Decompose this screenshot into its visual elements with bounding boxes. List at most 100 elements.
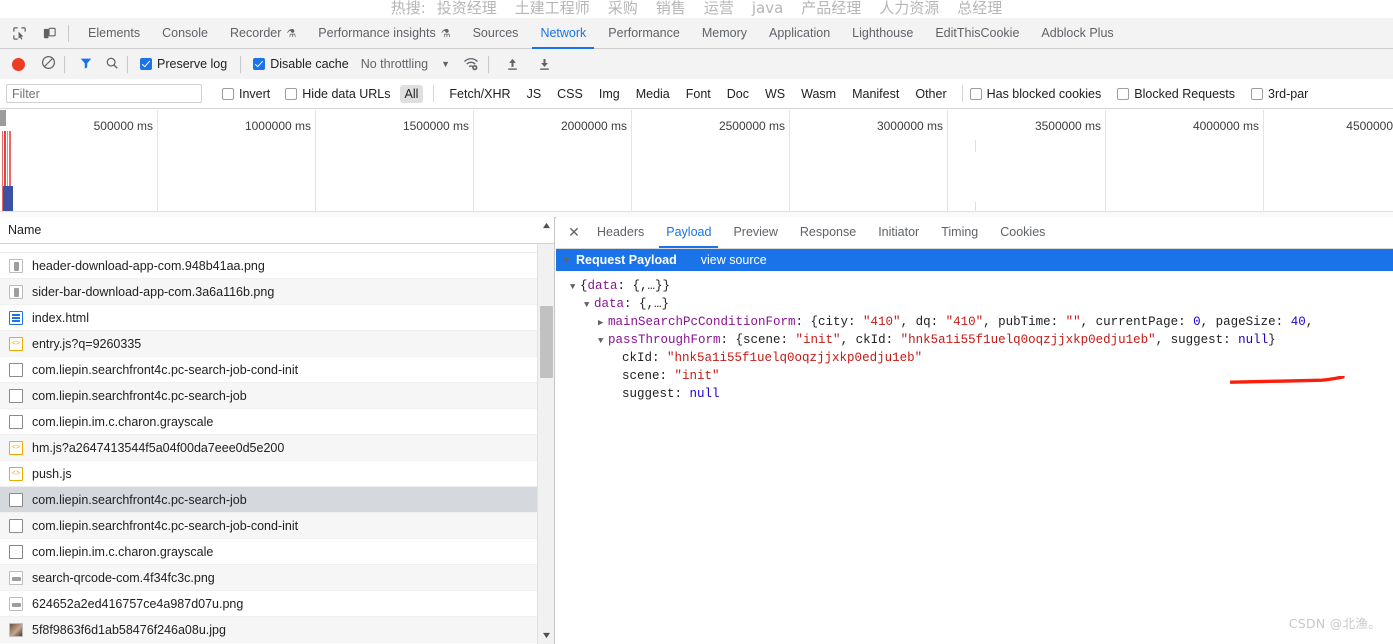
table-row[interactable]: header-download-app-com.948b41aa.png xyxy=(0,253,537,279)
json-line[interactable]: ▼ data: {,…} xyxy=(570,295,1393,313)
json-line[interactable]: ▶ mainSearchPcConditionForm: {city: "410"… xyxy=(570,313,1393,331)
filter-icon[interactable] xyxy=(79,56,93,73)
chevron-right-icon[interactable]: ▶ xyxy=(598,314,608,331)
tab-sources[interactable]: Sources xyxy=(462,18,530,49)
resource-type-ws[interactable]: WS xyxy=(760,85,790,103)
table-row[interactable]: 5f8f9863f6d1ab58476f246a08u.jpg xyxy=(0,617,537,643)
checkbox-box[interactable] xyxy=(140,58,152,70)
detail-tab-cookies[interactable]: Cookies xyxy=(989,217,1056,248)
hot-search-item[interactable]: 土建工程师 xyxy=(515,0,590,17)
table-row[interactable]: com.liepin.searchfront4c.pc-search-job-c… xyxy=(0,357,537,383)
hot-search-item[interactable]: 产品经理 xyxy=(801,0,861,17)
checkbox-box[interactable] xyxy=(253,58,266,70)
json-line[interactable]: scene: "init" xyxy=(570,367,1393,385)
json-line[interactable]: ▼ passThroughForm: {scene: "init", ckId: … xyxy=(570,331,1393,349)
resource-type-media[interactable]: Media xyxy=(631,85,675,103)
resource-type-fetch-xhr[interactable]: Fetch/XHR xyxy=(444,85,515,103)
chevron-down-icon[interactable]: ▼ xyxy=(570,278,580,295)
request-list-scrollbar[interactable] xyxy=(537,222,554,644)
tab-lighthouse[interactable]: Lighthouse xyxy=(841,18,924,49)
checkbox-box[interactable] xyxy=(1117,87,1130,100)
filter-input[interactable] xyxy=(6,84,202,103)
table-row[interactable]: sider-bar-download-app-com.3a6a116b.png xyxy=(0,279,537,305)
invert-checkbox[interactable]: Invert xyxy=(222,87,270,101)
detail-tab-response[interactable]: Response xyxy=(789,217,867,248)
resource-type-img[interactable]: Img xyxy=(594,85,625,103)
tab-performance-insights[interactable]: Performance insights ⚗ xyxy=(307,18,461,49)
inspect-element-icon[interactable] xyxy=(8,22,30,44)
device-toolbar-icon[interactable] xyxy=(38,22,60,44)
tab-application[interactable]: Application xyxy=(758,18,841,49)
tab-adblock-plus[interactable]: Adblock Plus xyxy=(1030,18,1124,49)
preserve-log-checkbox[interactable]: Preserve log xyxy=(140,57,227,71)
resource-type-js[interactable]: JS xyxy=(522,85,547,103)
checkbox-box[interactable] xyxy=(1251,87,1264,100)
clear-icon[interactable] xyxy=(41,55,56,73)
table-row[interactable]: index.html xyxy=(0,305,537,331)
close-icon[interactable]: ✕ xyxy=(562,221,586,245)
disable-cache-checkbox[interactable]: Disable cache xyxy=(253,57,349,71)
hot-search-item[interactable]: 运营 xyxy=(704,0,734,17)
search-icon[interactable] xyxy=(105,56,119,73)
chevron-down-icon[interactable]: ▼ xyxy=(562,255,572,265)
json-line[interactable]: ckId: "hnk5a1i55f1uelq0oqzjjxkp0edju1eb" xyxy=(570,349,1393,367)
chevron-down-icon[interactable]: ▼ xyxy=(441,59,450,69)
third-party-checkbox[interactable]: 3rd-par xyxy=(1251,87,1308,101)
hot-search-item[interactable]: 人力资源 xyxy=(879,0,939,17)
view-source-link[interactable]: view source xyxy=(701,253,767,267)
table-row[interactable]: com.liepin.im.c.charon.grayscale xyxy=(0,539,537,565)
detail-tab-timing[interactable]: Timing xyxy=(930,217,989,248)
detail-tab-initiator[interactable]: Initiator xyxy=(867,217,930,248)
table-row[interactable]: 624652a2ed416757ce4a987d07u.png xyxy=(0,591,537,617)
request-list-body[interactable]: header-download-app-com.948b41aa.png sid… xyxy=(0,244,537,644)
detail-tab-payload[interactable]: Payload xyxy=(655,217,722,248)
detail-tab-preview[interactable]: Preview xyxy=(722,217,788,248)
hot-search-item[interactable]: 总经理 xyxy=(957,0,1002,17)
table-row[interactable]: <> hm.js?a2647413544f5a04f00da7eee0d5e200 xyxy=(0,435,537,461)
tab-performance[interactable]: Performance xyxy=(597,18,691,49)
hide-data-urls-checkbox[interactable]: Hide data URLs xyxy=(285,87,391,101)
import-har-icon[interactable] xyxy=(501,53,523,75)
tab-console[interactable]: Console xyxy=(151,18,219,49)
blocked-requests-checkbox[interactable]: Blocked Requests xyxy=(1117,87,1235,101)
hot-search-item[interactable]: 采购 xyxy=(608,0,638,17)
table-row[interactable]: search-qrcode-com.4f34fc3c.png xyxy=(0,565,537,591)
tab-memory[interactable]: Memory xyxy=(691,18,758,49)
network-conditions-icon[interactable] xyxy=(460,53,482,75)
payload-json-tree[interactable]: ▼ {data: {,…}} ▼ data: {,…} ▶ mainSearchPcC… xyxy=(556,271,1393,403)
resource-type-font[interactable]: Font xyxy=(681,85,716,103)
json-line[interactable]: ▼ {data: {,…}} xyxy=(570,277,1393,295)
request-payload-section-header[interactable]: ▼ Request Payload view source xyxy=(556,249,1393,271)
chevron-down-icon[interactable]: ▼ xyxy=(598,332,608,349)
table-row[interactable]: com.liepin.searchfront4c.pc-search-job-c… xyxy=(0,513,537,539)
hot-search-item[interactable]: 投资经理 xyxy=(437,0,497,17)
tab-editthiscookie[interactable]: EditThisCookie xyxy=(924,18,1030,49)
resource-type-all[interactable]: All xyxy=(399,84,424,103)
network-overview[interactable]: 500000 ms 1000000 ms 1500000 ms 2000000 … xyxy=(0,110,1393,218)
scroll-up-icon[interactable] xyxy=(538,217,554,234)
tab-recorder[interactable]: Recorder ⚗ xyxy=(219,18,307,49)
resource-type-wasm[interactable]: Wasm xyxy=(796,85,841,103)
request-list-header[interactable]: Name xyxy=(0,217,554,244)
checkbox-box[interactable] xyxy=(969,87,982,100)
table-row[interactable]: com.liepin.im.c.charon.grayscale xyxy=(0,409,537,435)
throttling-select[interactable]: No throttling xyxy=(361,57,428,71)
json-line[interactable]: suggest: null xyxy=(570,385,1393,403)
scroll-down-icon[interactable] xyxy=(538,627,554,644)
resource-type-css[interactable]: CSS xyxy=(552,85,588,103)
resource-type-other[interactable]: Other xyxy=(910,85,951,103)
record-icon[interactable] xyxy=(12,57,25,71)
hot-search-item[interactable]: 销售 xyxy=(656,0,686,17)
checkbox-box[interactable] xyxy=(285,87,298,100)
table-row[interactable]: com.liepin.searchfront4c.pc-search-job xyxy=(0,383,537,409)
hot-search-item[interactable]: java xyxy=(752,0,783,17)
scrollbar-thumb[interactable] xyxy=(540,306,553,378)
resource-type-manifest[interactable]: Manifest xyxy=(847,85,904,103)
tab-elements[interactable]: Elements xyxy=(77,18,151,49)
table-row[interactable]: <> entry.js?q=9260335 xyxy=(0,331,537,357)
detail-tab-headers[interactable]: Headers xyxy=(586,217,655,248)
chevron-down-icon[interactable]: ▼ xyxy=(584,296,594,313)
table-row[interactable]: <> push.js xyxy=(0,461,537,487)
table-row-selected[interactable]: com.liepin.searchfront4c.pc-search-job xyxy=(0,487,537,513)
tab-network[interactable]: Network xyxy=(529,18,597,49)
